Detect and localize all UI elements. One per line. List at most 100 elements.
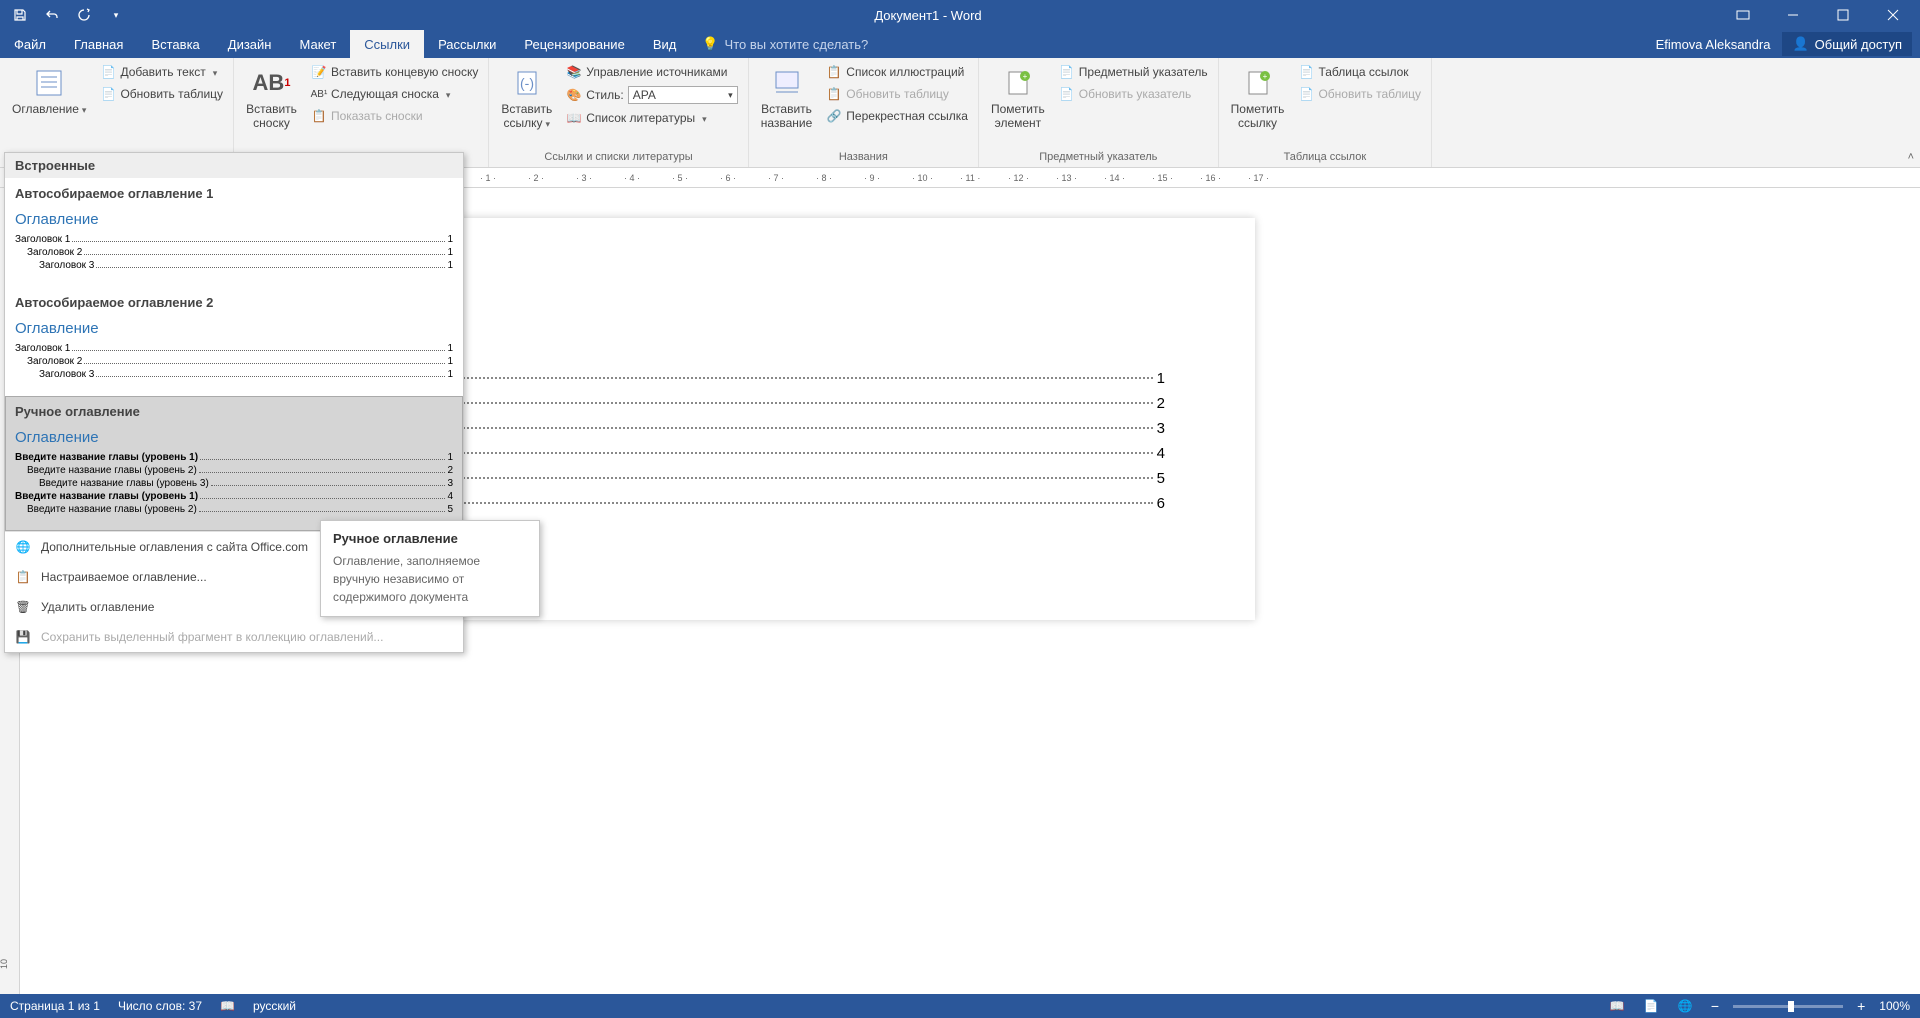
- ribbon-group-authorities: + Пометить ссылку 📄Таблица ссылок 📄Обнов…: [1219, 58, 1432, 167]
- zoom-level[interactable]: 100%: [1879, 999, 1910, 1013]
- mark-citation-icon: +: [1241, 66, 1275, 100]
- tab-главная[interactable]: Главная: [60, 30, 137, 58]
- menu-bar: ФайлГлавнаяВставкаДизайнМакетСсылкиРассы…: [0, 30, 1920, 58]
- mark-entry-icon: +: [1001, 66, 1035, 100]
- tab-файл[interactable]: Файл: [0, 30, 60, 58]
- zoom-slider[interactable]: [1733, 1005, 1843, 1008]
- next-footnote-icon: AB¹: [311, 86, 327, 102]
- ribbon-group-index: + Пометить элемент 📄Предметный указатель…: [979, 58, 1219, 167]
- tooltip-title: Ручное оглавление: [333, 531, 527, 546]
- insert-citation-button[interactable]: (-) Вставить ссылку: [495, 62, 558, 135]
- insert-authorities-button[interactable]: 📄Таблица ссылок: [1294, 62, 1425, 82]
- insert-endnote-button[interactable]: 📝Вставить концевую сноску: [307, 62, 482, 82]
- svg-text:(-): (-): [520, 75, 534, 91]
- bibliography-icon: 📖: [566, 110, 582, 126]
- endnote-icon: 📝: [311, 64, 327, 80]
- window-controls: [1720, 0, 1920, 30]
- insert-footnote-button[interactable]: AB1 Вставить сноску: [240, 62, 303, 135]
- undo-icon[interactable]: [40, 3, 64, 27]
- gallery-item-auto1[interactable]: Автособираемое оглавление 1 Оглавление З…: [5, 178, 463, 287]
- maximize-icon[interactable]: [1820, 0, 1866, 30]
- citation-icon: (-): [510, 66, 544, 100]
- index-icon: 📄: [1059, 64, 1075, 80]
- redo-icon[interactable]: [72, 3, 96, 27]
- mark-citation-button[interactable]: + Пометить ссылку: [1225, 62, 1291, 135]
- ribbon-group-citations: (-) Вставить ссылку 📚Управление источник…: [489, 58, 748, 167]
- tab-вставка[interactable]: Вставка: [137, 30, 213, 58]
- status-bar: Страница 1 из 1 Число слов: 37 📖 русский…: [0, 994, 1920, 1018]
- status-language[interactable]: русский: [253, 999, 296, 1013]
- qat-customize-icon[interactable]: ▾: [104, 3, 128, 27]
- office-icon: 🌐: [15, 539, 31, 555]
- cross-ref-icon: 🔗: [826, 108, 842, 124]
- tab-дизайн[interactable]: Дизайн: [214, 30, 286, 58]
- update-toc-button[interactable]: 📄Обновить таблицу: [96, 84, 227, 104]
- view-read-icon[interactable]: 📖: [1605, 996, 1629, 1016]
- ribbon-display-icon[interactable]: [1720, 0, 1766, 30]
- tell-me-search[interactable]: 💡 Что вы хотите сделать?: [690, 30, 880, 58]
- authorities-icon: 📄: [1298, 64, 1314, 80]
- bibliography-button[interactable]: 📖Список литературы: [562, 108, 741, 128]
- footnote-icon: AB1: [255, 66, 289, 100]
- update-icon: 📋: [826, 86, 842, 102]
- preview-line: Заголовок 31: [15, 369, 453, 380]
- gallery-item-manual[interactable]: Ручное оглавление Оглавление Введите наз…: [5, 396, 463, 531]
- quick-access-toolbar: ▾: [0, 3, 136, 27]
- manage-sources-icon: 📚: [566, 64, 582, 80]
- insert-caption-button[interactable]: Вставить название: [755, 62, 819, 135]
- list-of-figures-button[interactable]: 📋Список иллюстраций: [822, 62, 972, 82]
- show-notes-icon: 📋: [311, 108, 327, 124]
- title-bar: ▾ Документ1 - Word: [0, 0, 1920, 30]
- status-page[interactable]: Страница 1 из 1: [10, 999, 100, 1013]
- window-title: Документ1 - Word: [136, 8, 1720, 23]
- tooltip-body: Оглавление, заполняемое вручную независи…: [333, 552, 527, 606]
- add-text-button[interactable]: 📄Добавить текст: [96, 62, 227, 82]
- show-footnotes-button[interactable]: 📋Показать сноски: [307, 106, 482, 126]
- citation-style-select[interactable]: 🎨Стиль: APA▾: [562, 84, 741, 106]
- tab-рассылки[interactable]: Рассылки: [424, 30, 510, 58]
- status-proofing-icon[interactable]: 📖: [220, 999, 235, 1013]
- preview-line: Заголовок 31: [15, 260, 453, 271]
- mark-entry-button[interactable]: + Пометить элемент: [985, 62, 1051, 135]
- remove-icon: 🗑: [15, 599, 31, 615]
- update-figures-button[interactable]: 📋Обновить таблицу: [822, 84, 972, 104]
- tab-рецензирование[interactable]: Рецензирование: [510, 30, 638, 58]
- caption-icon: [770, 66, 804, 100]
- lightbulb-icon: 💡: [702, 36, 718, 52]
- close-icon[interactable]: [1870, 0, 1916, 30]
- toc-button[interactable]: Оглавление: [6, 62, 92, 120]
- tab-вид[interactable]: Вид: [639, 30, 691, 58]
- gallery-header-builtin: Встроенные: [5, 153, 463, 178]
- zoom-out-button[interactable]: −: [1707, 998, 1723, 1014]
- next-footnote-button[interactable]: AB¹Следующая сноска: [307, 84, 482, 104]
- update-index-button[interactable]: 📄Обновить указатель: [1055, 84, 1212, 104]
- ribbon-group-toc: Оглавление 📄Добавить текст 📄Обновить таб…: [0, 58, 234, 167]
- zoom-in-button[interactable]: +: [1853, 998, 1869, 1014]
- minimize-icon[interactable]: [1770, 0, 1816, 30]
- update-icon: 📄: [1059, 86, 1075, 102]
- toc-icon: [32, 66, 66, 100]
- custom-toc-icon: 📋: [15, 569, 31, 585]
- tab-ссылки[interactable]: Ссылки: [350, 30, 424, 58]
- update-icon: 📄: [1298, 86, 1314, 102]
- figures-list-icon: 📋: [826, 64, 842, 80]
- gallery-item-auto2[interactable]: Автособираемое оглавление 2 Оглавление З…: [5, 287, 463, 396]
- svg-text:+: +: [1262, 72, 1267, 81]
- ribbon-group-footnotes: AB1 Вставить сноску 📝Вставить концевую с…: [234, 58, 489, 167]
- style-icon: 🎨: [566, 87, 582, 103]
- tab-макет[interactable]: Макет: [285, 30, 350, 58]
- save-icon[interactable]: [8, 3, 32, 27]
- tooltip: Ручное оглавление Оглавление, заполняемо…: [320, 520, 540, 617]
- status-words[interactable]: Число слов: 37: [118, 999, 202, 1013]
- update-authorities-button[interactable]: 📄Обновить таблицу: [1294, 84, 1425, 104]
- ribbon-group-captions: Вставить название 📋Список иллюстраций 📋О…: [749, 58, 979, 167]
- collapse-ribbon-icon[interactable]: ˄: [1908, 151, 1914, 163]
- cross-reference-button[interactable]: 🔗Перекрестная ссылка: [822, 106, 972, 126]
- manage-sources-button[interactable]: 📚Управление источниками: [562, 62, 741, 82]
- user-name[interactable]: Efimova Aleksandra: [1656, 37, 1771, 52]
- view-web-icon[interactable]: 🌐: [1673, 996, 1697, 1016]
- insert-index-button[interactable]: 📄Предметный указатель: [1055, 62, 1212, 82]
- svg-text:+: +: [1023, 72, 1028, 81]
- view-print-icon[interactable]: 📄: [1639, 996, 1663, 1016]
- share-button[interactable]: 👤 Общий доступ: [1782, 32, 1912, 56]
